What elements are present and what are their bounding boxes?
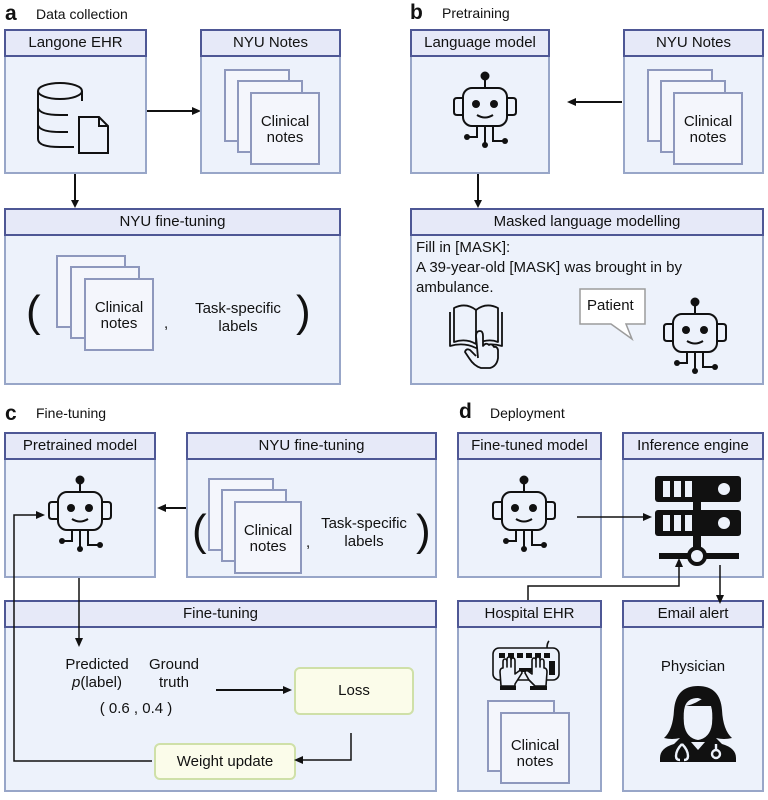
robot-icon [663,297,727,374]
arrow-notes-to-lm [567,98,622,106]
nyu-notes-box-b: NYU Notes Clinical notes [623,29,764,174]
panel-a-title: Data collection [36,6,128,22]
clinical-note-page-front: Clinical notes [84,278,154,351]
clinical-notes-label: Clinical notes [94,299,144,332]
arrow-loss-to-update [300,733,352,761]
panel-d-title: Deployment [490,405,565,421]
langone-ehr-header: Langone EHR [4,29,147,57]
physician-label: Physician [660,658,726,675]
speech-bubble-text: Patient [587,297,634,314]
panel-c-title: Fine-tuning [36,405,107,421]
deployment-connectors [527,513,724,604]
mlm-line-2: A 39-year-old [MASK] was brought in by [416,259,682,276]
finetuning-connectors [13,511,352,764]
robot-icon [453,71,517,148]
mlm-line-1: Fill in [MASK]: [416,239,511,256]
nyu-finetuning-box-a: NYU fine-tuning ( Clinical notes , Task-s… [4,208,341,385]
clinical-notes-label: Clinical notes [510,737,560,770]
task-specific-labels: Task-specific labels [195,300,281,335]
mlm-header: Masked language modelling [410,208,764,236]
keyboard-hands-icon [492,640,560,690]
arrow-ehr-to-notes [147,107,201,115]
panel-b-letter: b [410,1,423,24]
langone-ehr-box: Langone EHR [4,29,147,174]
nyu-notes-box-a: NYU Notes Clinical notes [200,29,341,174]
clinical-note-page-front: Clinical notes [250,92,320,165]
clinical-note-page-front: Clinical notes [500,712,570,784]
clinical-notes-label: Clinical notes [683,113,733,146]
comma: , [164,315,169,332]
nyu-finetuning-header-a: NYU fine-tuning [4,208,341,236]
language-model-box: Language model [410,29,550,174]
panel-a-letter: a [5,2,17,25]
book-pointing-hand-icon [449,304,503,369]
arrow-ehr-to-finetuning [71,174,79,208]
nyu-notes-header-b: NYU Notes [623,29,764,57]
arrow-ehr-to-engine [527,565,680,600]
close-paren: ) [296,287,311,336]
language-model-header: Language model [410,29,550,57]
panel-b-title: Pretraining [442,5,510,21]
clinical-note-page-front: Clinical notes [673,92,743,165]
arrow-lm-to-mlm [474,174,482,208]
open-paren: ( [26,287,41,336]
database-document-icon [37,82,109,154]
physician-icon [660,686,736,762]
panel-d-letter: d [459,400,472,423]
nyu-notes-header-a: NYU Notes [200,29,341,57]
clinical-notes-label: Clinical notes [260,113,310,146]
mlm-box: Masked language modelling Fill in [MASK]… [410,208,764,385]
